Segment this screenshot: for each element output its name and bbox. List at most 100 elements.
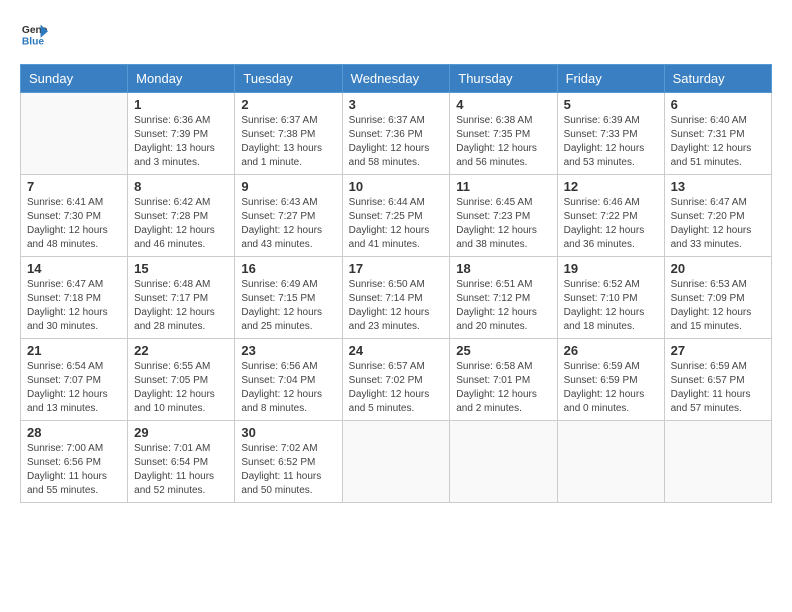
day-number: 4 xyxy=(456,97,550,112)
cell-sun-info: Sunrise: 6:58 AM Sunset: 7:01 PM Dayligh… xyxy=(456,360,550,416)
calendar-cell: 20 Sunrise: 6:53 AM Sunset: 7:09 PM Dayli… xyxy=(664,257,771,339)
calendar-cell: 21 Sunrise: 6:54 AM Sunset: 7:07 PM Dayli… xyxy=(21,339,128,421)
cell-sun-info: Sunrise: 6:49 AM Sunset: 7:15 PM Dayligh… xyxy=(241,278,335,334)
cell-sun-info: Sunrise: 7:01 AM Sunset: 6:54 PM Dayligh… xyxy=(134,442,228,498)
cell-sun-info: Sunrise: 6:40 AM Sunset: 7:31 PM Dayligh… xyxy=(671,114,765,170)
calendar-cell: 29 Sunrise: 7:01 AM Sunset: 6:54 PM Dayli… xyxy=(128,421,235,503)
cell-sun-info: Sunrise: 6:55 AM Sunset: 7:05 PM Dayligh… xyxy=(134,360,228,416)
day-of-week-header: Friday xyxy=(557,65,664,93)
logo: General Blue xyxy=(20,20,48,48)
cell-sun-info: Sunrise: 6:57 AM Sunset: 7:02 PM Dayligh… xyxy=(349,360,444,416)
calendar-cell: 24 Sunrise: 6:57 AM Sunset: 7:02 PM Dayli… xyxy=(342,339,450,421)
calendar-week-row: 1 Sunrise: 6:36 AM Sunset: 7:39 PM Daylig… xyxy=(21,93,772,175)
calendar-week-row: 14Sunrise: 6:47 AM Sunset: 7:18 PM Dayli… xyxy=(21,257,772,339)
calendar-cell: 11 Sunrise: 6:45 AM Sunset: 7:23 PM Dayli… xyxy=(450,175,557,257)
cell-sun-info: Sunrise: 6:54 AM Sunset: 7:07 PM Dayligh… xyxy=(27,360,121,416)
day-number: 18 xyxy=(456,261,550,276)
day-of-week-header: Monday xyxy=(128,65,235,93)
calendar-cell: 26Sunrise: 6:59 AM Sunset: 6:59 PM Dayli… xyxy=(557,339,664,421)
day-number: 12 xyxy=(564,179,658,194)
day-number: 13 xyxy=(671,179,765,194)
cell-sun-info: Sunrise: 6:44 AM Sunset: 7:25 PM Dayligh… xyxy=(349,196,444,252)
day-number: 17 xyxy=(349,261,444,276)
calendar-cell: 9 Sunrise: 6:43 AM Sunset: 7:27 PM Daylig… xyxy=(235,175,342,257)
day-number: 7 xyxy=(27,179,121,194)
cell-sun-info: Sunrise: 6:39 AM Sunset: 7:33 PM Dayligh… xyxy=(564,114,658,170)
day-number: 22 xyxy=(134,343,228,358)
cell-sun-info: Sunrise: 6:36 AM Sunset: 7:39 PM Dayligh… xyxy=(134,114,228,170)
calendar-cell: 2 Sunrise: 6:37 AM Sunset: 7:38 PM Daylig… xyxy=(235,93,342,175)
day-number: 20 xyxy=(671,261,765,276)
day-number: 27 xyxy=(671,343,765,358)
calendar-week-row: 28 Sunrise: 7:00 AM Sunset: 6:56 PM Dayli… xyxy=(21,421,772,503)
day-number: 8 xyxy=(134,179,228,194)
day-number: 25 xyxy=(456,343,550,358)
calendar-cell: 18Sunrise: 6:51 AM Sunset: 7:12 PM Dayli… xyxy=(450,257,557,339)
day-of-week-header: Thursday xyxy=(450,65,557,93)
calendar-cell: 28 Sunrise: 7:00 AM Sunset: 6:56 PM Dayli… xyxy=(21,421,128,503)
day-number: 16 xyxy=(241,261,335,276)
cell-sun-info: Sunrise: 6:52 AM Sunset: 7:10 PM Dayligh… xyxy=(564,278,658,334)
day-number: 23 xyxy=(241,343,335,358)
calendar-cell: 6 Sunrise: 6:40 AM Sunset: 7:31 PM Daylig… xyxy=(664,93,771,175)
calendar-cell: 14Sunrise: 6:47 AM Sunset: 7:18 PM Dayli… xyxy=(21,257,128,339)
day-of-week-header: Sunday xyxy=(21,65,128,93)
logo-icon: General Blue xyxy=(20,20,48,48)
day-number: 21 xyxy=(27,343,121,358)
calendar-week-row: 21 Sunrise: 6:54 AM Sunset: 7:07 PM Dayli… xyxy=(21,339,772,421)
calendar-cell: 8 Sunrise: 6:42 AM Sunset: 7:28 PM Daylig… xyxy=(128,175,235,257)
calendar-cell: 5 Sunrise: 6:39 AM Sunset: 7:33 PM Daylig… xyxy=(557,93,664,175)
day-number: 29 xyxy=(134,425,228,440)
svg-text:Blue: Blue xyxy=(22,36,45,47)
cell-sun-info: Sunrise: 7:00 AM Sunset: 6:56 PM Dayligh… xyxy=(27,442,121,498)
calendar-cell xyxy=(557,421,664,503)
cell-sun-info: Sunrise: 6:47 AM Sunset: 7:20 PM Dayligh… xyxy=(671,196,765,252)
day-number: 9 xyxy=(241,179,335,194)
calendar-cell: 22 Sunrise: 6:55 AM Sunset: 7:05 PM Dayli… xyxy=(128,339,235,421)
calendar-cell: 7 Sunrise: 6:41 AM Sunset: 7:30 PM Daylig… xyxy=(21,175,128,257)
cell-sun-info: Sunrise: 6:56 AM Sunset: 7:04 PM Dayligh… xyxy=(241,360,335,416)
calendar-cell: 15 Sunrise: 6:48 AM Sunset: 7:17 PM Dayli… xyxy=(128,257,235,339)
cell-sun-info: Sunrise: 6:50 AM Sunset: 7:14 PM Dayligh… xyxy=(349,278,444,334)
day-number: 24 xyxy=(349,343,444,358)
day-number: 26 xyxy=(564,343,658,358)
day-number: 2 xyxy=(241,97,335,112)
cell-sun-info: Sunrise: 6:47 AM Sunset: 7:18 PM Dayligh… xyxy=(27,278,121,334)
calendar-cell: 30Sunrise: 7:02 AM Sunset: 6:52 PM Dayli… xyxy=(235,421,342,503)
day-of-week-header: Tuesday xyxy=(235,65,342,93)
day-number: 10 xyxy=(349,179,444,194)
cell-sun-info: Sunrise: 6:42 AM Sunset: 7:28 PM Dayligh… xyxy=(134,196,228,252)
day-of-week-header: Saturday xyxy=(664,65,771,93)
cell-sun-info: Sunrise: 6:45 AM Sunset: 7:23 PM Dayligh… xyxy=(456,196,550,252)
cell-sun-info: Sunrise: 6:41 AM Sunset: 7:30 PM Dayligh… xyxy=(27,196,121,252)
day-number: 3 xyxy=(349,97,444,112)
cell-sun-info: Sunrise: 6:48 AM Sunset: 7:17 PM Dayligh… xyxy=(134,278,228,334)
day-number: 15 xyxy=(134,261,228,276)
calendar-cell: 3 Sunrise: 6:37 AM Sunset: 7:36 PM Daylig… xyxy=(342,93,450,175)
cell-sun-info: Sunrise: 6:37 AM Sunset: 7:38 PM Dayligh… xyxy=(241,114,335,170)
day-number: 1 xyxy=(134,97,228,112)
day-number: 5 xyxy=(564,97,658,112)
calendar-cell: 19Sunrise: 6:52 AM Sunset: 7:10 PM Dayli… xyxy=(557,257,664,339)
calendar-cell: 13 Sunrise: 6:47 AM Sunset: 7:20 PM Dayli… xyxy=(664,175,771,257)
day-number: 6 xyxy=(671,97,765,112)
calendar-cell xyxy=(21,93,128,175)
cell-sun-info: Sunrise: 6:53 AM Sunset: 7:09 PM Dayligh… xyxy=(671,278,765,334)
calendar-cell xyxy=(664,421,771,503)
day-number: 11 xyxy=(456,179,550,194)
cell-sun-info: Sunrise: 6:46 AM Sunset: 7:22 PM Dayligh… xyxy=(564,196,658,252)
calendar-cell: 10 Sunrise: 6:44 AM Sunset: 7:25 PM Dayli… xyxy=(342,175,450,257)
calendar-header-row: SundayMondayTuesdayWednesdayThursdayFrid… xyxy=(21,65,772,93)
calendar-cell: 4 Sunrise: 6:38 AM Sunset: 7:35 PM Daylig… xyxy=(450,93,557,175)
calendar-cell: 25 Sunrise: 6:58 AM Sunset: 7:01 PM Dayli… xyxy=(450,339,557,421)
cell-sun-info: Sunrise: 6:59 AM Sunset: 6:57 PM Dayligh… xyxy=(671,360,765,416)
day-number: 28 xyxy=(27,425,121,440)
cell-sun-info: Sunrise: 6:37 AM Sunset: 7:36 PM Dayligh… xyxy=(349,114,444,170)
day-number: 30 xyxy=(241,425,335,440)
calendar-cell xyxy=(450,421,557,503)
calendar-cell: 23 Sunrise: 6:56 AM Sunset: 7:04 PM Dayli… xyxy=(235,339,342,421)
page-header: General Blue xyxy=(20,20,772,48)
cell-sun-info: Sunrise: 6:43 AM Sunset: 7:27 PM Dayligh… xyxy=(241,196,335,252)
cell-sun-info: Sunrise: 6:38 AM Sunset: 7:35 PM Dayligh… xyxy=(456,114,550,170)
calendar-cell: 27 Sunrise: 6:59 AM Sunset: 6:57 PM Dayli… xyxy=(664,339,771,421)
